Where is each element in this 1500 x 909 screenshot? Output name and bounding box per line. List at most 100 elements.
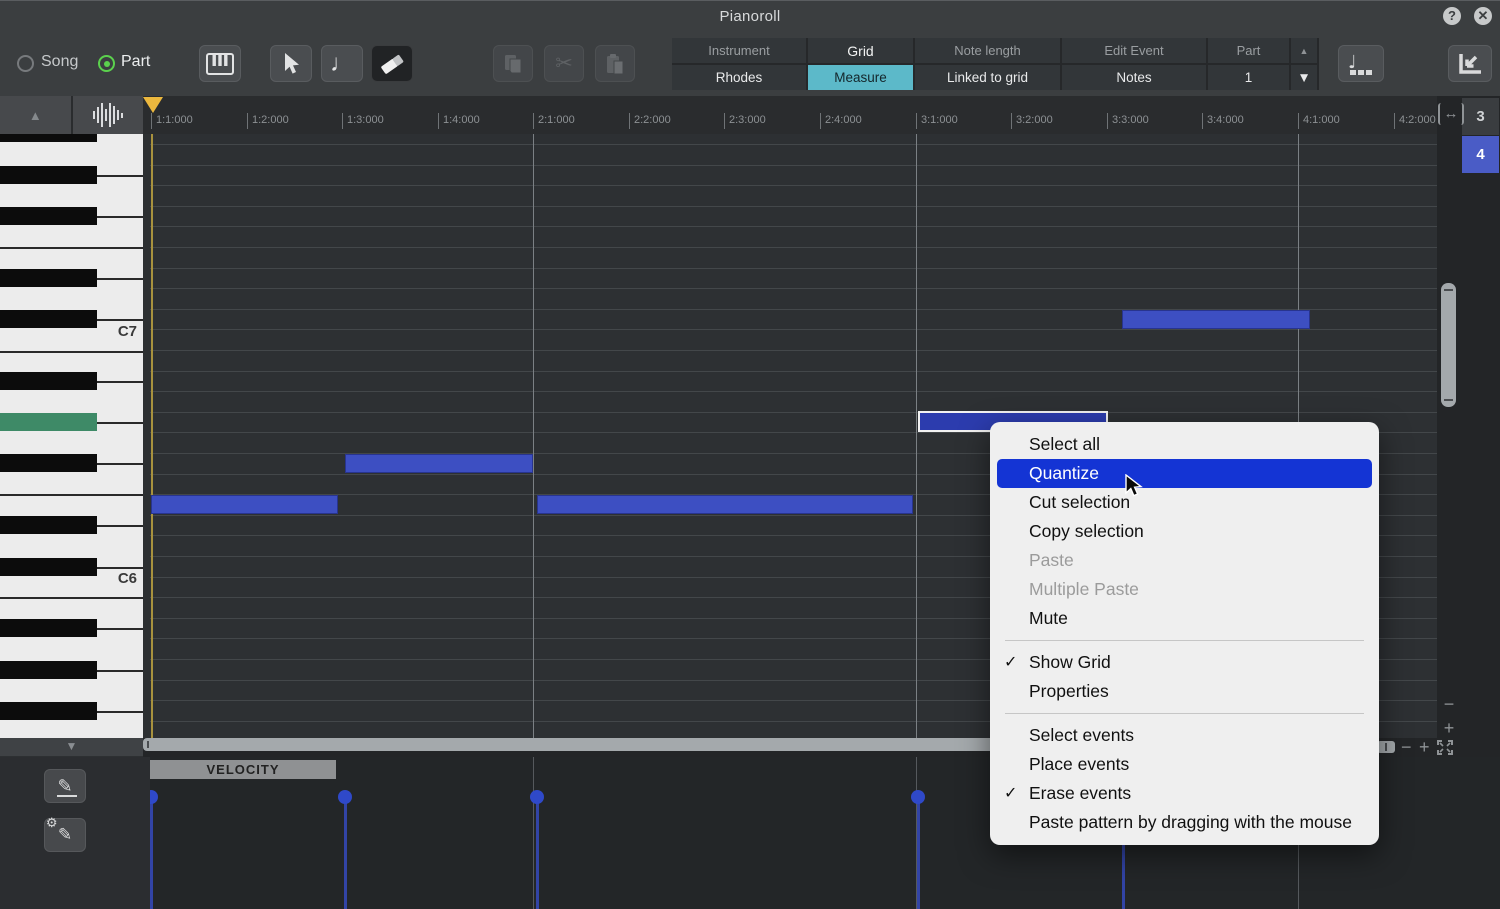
velocity-settings-button[interactable]: ⚙ ✎ — [44, 815, 86, 852]
grid-row-line — [150, 370, 1437, 372]
black-key[interactable] — [0, 454, 97, 472]
scroll-down-button[interactable]: ▼ — [0, 738, 143, 756]
black-key[interactable] — [0, 661, 97, 679]
vertical-scrollbar-thumb[interactable] — [1441, 283, 1456, 407]
pattern-tab-3[interactable]: 3 — [1462, 98, 1499, 135]
up-triangle-icon: ▲ — [28, 107, 42, 123]
white-key-separator — [97, 670, 143, 672]
ruler-tick — [342, 113, 343, 129]
part-up-icon[interactable]: ▲ — [1291, 38, 1317, 63]
velocity-stem[interactable] — [536, 797, 539, 909]
menu-item-select-events[interactable]: Select events — [997, 721, 1372, 750]
measure-line — [533, 134, 534, 738]
ruler-tick — [820, 113, 821, 129]
settings-header-grid: Grid — [808, 38, 913, 63]
black-key[interactable] — [0, 702, 97, 720]
context-menu: Select all Quantize Cut selection Copy sele… — [990, 422, 1379, 845]
black-key[interactable] — [0, 558, 97, 576]
eraser-tool-button[interactable] — [371, 45, 413, 82]
menu-item-paste-pattern-by-dragging-with-the-mouse[interactable]: Paste pattern by dragging with the mouse — [997, 808, 1372, 837]
menu-item-cut-selection[interactable]: Cut selection — [997, 488, 1372, 517]
grid-row-line — [150, 164, 1437, 166]
song-radio[interactable] — [17, 55, 34, 72]
white-key-separator — [97, 711, 143, 713]
measure-line — [916, 134, 917, 738]
velocity-stem[interactable] — [150, 797, 153, 909]
settings-header-edit-event: Edit Event — [1062, 38, 1206, 63]
velocity-handle[interactable] — [530, 790, 544, 804]
part-down-icon[interactable]: ▼ — [1291, 65, 1317, 90]
draw-velocity-button[interactable]: ✎ — [44, 769, 86, 803]
velocity-stem[interactable] — [917, 797, 920, 909]
midi-note[interactable] — [537, 495, 913, 514]
menu-item-copy-selection[interactable]: Copy selection — [997, 517, 1372, 546]
settings-column: Note length Linked to grid — [915, 38, 1060, 90]
mini-scrollbar-icon[interactable] — [1377, 741, 1395, 753]
ruler-tick — [916, 113, 917, 129]
settings-value-note-length[interactable]: Linked to grid — [915, 65, 1060, 90]
zoom-out-horizontal-button[interactable]: − — [1401, 738, 1412, 756]
note-tool-button[interactable]: ♩ — [321, 45, 363, 82]
playhead-marker[interactable] — [143, 97, 163, 113]
settings-column: Part 1 — [1208, 38, 1289, 90]
grid-row-line — [150, 288, 1437, 290]
keyboard-header: ▲ — [0, 96, 143, 134]
black-key[interactable] — [0, 166, 97, 184]
settings-value-edit-event[interactable]: Notes — [1062, 65, 1206, 90]
menu-item-mute[interactable]: Mute — [997, 604, 1372, 633]
velocity-handle[interactable] — [338, 790, 352, 804]
ruler-tick-label: 3:4:000 — [1207, 114, 1244, 126]
settings-value-part[interactable]: 1 — [1208, 65, 1289, 90]
keyboard-view-button[interactable] — [199, 45, 241, 82]
part-radio-label[interactable]: Part — [121, 53, 150, 71]
menu-item-place-events[interactable]: Place events — [997, 750, 1372, 779]
black-key[interactable] — [0, 134, 97, 142]
black-key[interactable] — [0, 310, 97, 328]
ruler-tick — [533, 113, 534, 129]
ruler-tick-label: 4:1:000 — [1303, 114, 1340, 126]
timeline-ruler[interactable]: 1:1:000 1:2:000 1:3:000 1:4:000 2:1:000 2:2:0… — [143, 96, 1437, 134]
help-icon[interactable]: ? — [1443, 7, 1461, 25]
velocity-stem[interactable] — [344, 797, 347, 909]
scroll-grip — [147, 741, 149, 748]
velocity-lane-label[interactable]: VELOCITY — [150, 760, 336, 779]
ruler-tick — [629, 113, 630, 129]
black-key[interactable] — [0, 372, 97, 390]
highlighted-key[interactable] — [0, 413, 97, 431]
note-icon: ♩ — [330, 49, 354, 77]
white-key-separator — [97, 319, 143, 321]
controller-lane-button[interactable] — [1448, 45, 1492, 82]
select-tool-button[interactable] — [270, 45, 312, 82]
ruler-tick — [1298, 113, 1299, 129]
drum-sequencer-button[interactable]: ♩ — [1338, 45, 1384, 82]
menu-item-quantize[interactable]: Quantize — [997, 459, 1372, 488]
settings-value-instrument[interactable]: Rhodes — [672, 65, 806, 90]
song-radio-label[interactable]: Song — [41, 53, 78, 71]
menu-item-multiple-paste: Multiple Paste — [1029, 579, 1139, 599]
midi-note[interactable] — [1122, 310, 1310, 329]
menu-item-show-grid[interactable]: ✓ Show Grid — [997, 648, 1372, 677]
velocity-handle[interactable] — [911, 790, 925, 804]
expand-fullscreen-icon[interactable] — [1436, 739, 1454, 756]
zoom-in-vertical-button[interactable]: + — [1441, 719, 1457, 737]
menu-item-select-all[interactable]: Select all — [997, 430, 1372, 459]
midi-note[interactable] — [151, 495, 338, 514]
zoom-in-horizontal-button[interactable]: + — [1419, 738, 1430, 756]
white-key-separator — [97, 216, 143, 218]
black-key[interactable] — [0, 269, 97, 287]
pattern-tab-4[interactable]: 4 — [1462, 136, 1499, 173]
black-key[interactable] — [0, 516, 97, 534]
waveform-toggle[interactable] — [73, 96, 144, 134]
piano-keyboard[interactable]: C7 C6 — [0, 134, 143, 738]
close-icon[interactable]: ✕ — [1474, 7, 1492, 25]
midi-note[interactable] — [345, 454, 533, 473]
scroll-up-button[interactable]: ▲ — [0, 96, 73, 134]
settings-value-grid[interactable]: Measure — [808, 65, 913, 90]
part-radio[interactable] — [98, 55, 115, 72]
menu-item-erase-events[interactable]: ✓ Erase events — [997, 779, 1372, 808]
black-key[interactable] — [0, 207, 97, 225]
menu-item-properties[interactable]: Properties — [997, 677, 1372, 706]
zoom-out-vertical-button[interactable]: − — [1441, 695, 1457, 713]
black-key[interactable] — [0, 619, 97, 637]
fit-width-icon[interactable]: ↔ — [1438, 103, 1464, 125]
